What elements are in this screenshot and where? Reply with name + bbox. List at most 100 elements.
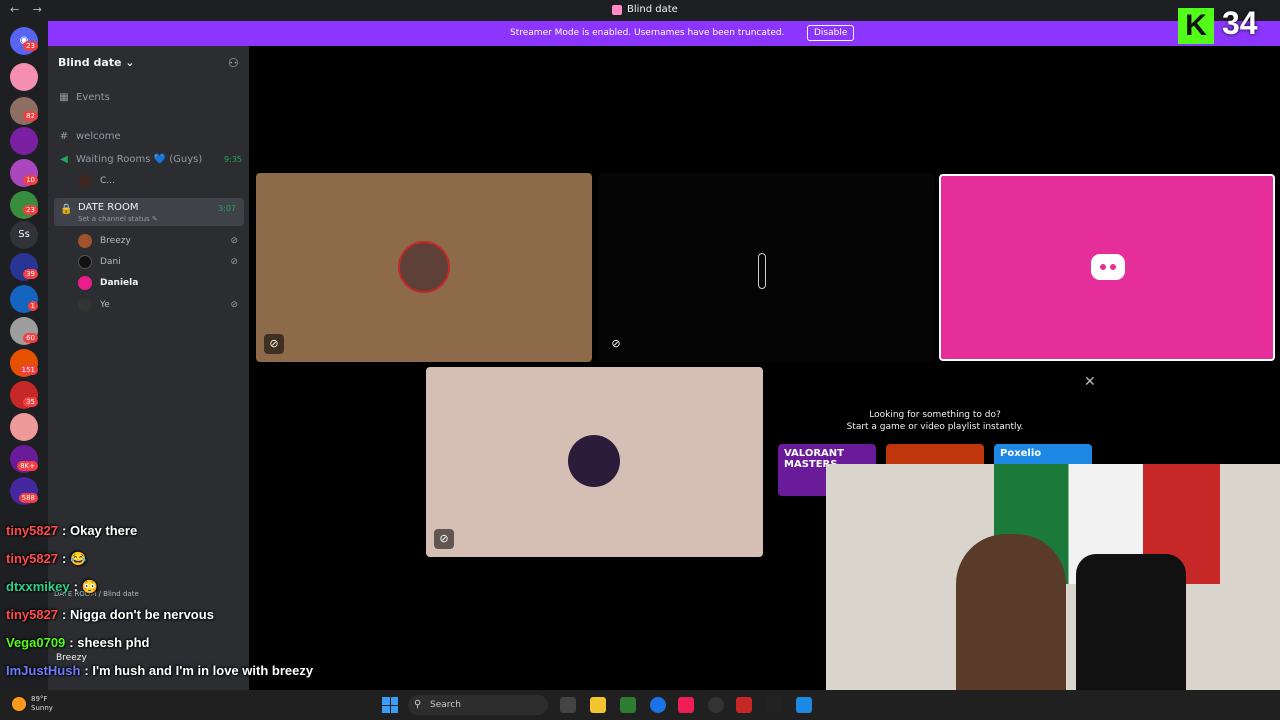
chat-user: Vega0709 (6, 635, 66, 650)
kick-logo: K (1178, 8, 1214, 44)
member-daniela[interactable]: Daniela (78, 274, 238, 292)
avatar (398, 241, 450, 293)
server-name[interactable]: Blind date ⌄ (58, 56, 135, 69)
badge: 1 (27, 301, 38, 311)
badge: 151 (18, 365, 38, 375)
app-icon[interactable] (736, 697, 752, 713)
close-icon[interactable]: ✕ (1084, 374, 1096, 390)
server-icon[interactable] (10, 127, 38, 155)
weather-temp: 89°F (31, 695, 48, 703)
taskbar-search[interactable]: ⚲ Search (408, 695, 548, 715)
server-icon (612, 4, 622, 15)
chat-user: ImJustHush (6, 663, 81, 678)
avatar (78, 234, 92, 248)
chat-message: Vega0709: sheesh phd (6, 635, 149, 650)
file-explorer-icon[interactable] (590, 697, 606, 713)
voice-icon: 🔒 (60, 204, 73, 215)
member-name: Dani (100, 257, 121, 267)
chat-message: tiny5827: 😂 (6, 551, 86, 567)
viewer-count: 34 (1222, 5, 1258, 41)
chat-text: : 😂 (62, 551, 87, 566)
channel-welcome[interactable]: # welcome (56, 126, 242, 146)
forward-button[interactable]: → (33, 3, 42, 16)
epic-games-icon[interactable] (766, 697, 782, 713)
channel-label: DATE ROOM (78, 202, 139, 213)
voice-icon: ◀ (60, 153, 68, 165)
badge: 35 (23, 397, 38, 407)
badge: 588 (18, 493, 38, 503)
member-name: Daniela (100, 278, 139, 288)
window-title-text: Blind date (627, 4, 678, 15)
activity-heading: Looking for something to do? (869, 410, 1001, 420)
badge: 23 (23, 41, 38, 51)
windows-start-icon[interactable] (382, 697, 398, 713)
window-title: Blind date (612, 4, 678, 15)
taskbar: 89°F Sunny ⚲ Search (0, 690, 1280, 720)
chat-user: dtxxmikey (6, 579, 70, 594)
badge: 60 (23, 333, 38, 343)
member-breezy[interactable]: Breezy ⊘ (78, 232, 238, 250)
discord-logo-icon (1091, 254, 1125, 280)
channel-timer: 3:07 (218, 204, 236, 213)
video-tile-daniela[interactable] (939, 174, 1275, 361)
mic-muted-icon: ⊘ (434, 529, 454, 549)
badge: 39 (23, 269, 38, 279)
video-tile-dani[interactable]: ⊘ (598, 173, 934, 362)
mic-muted-icon: ⊘ (611, 337, 621, 350)
app-icon[interactable] (620, 697, 636, 713)
obs-icon[interactable] (708, 697, 724, 713)
events-link[interactable]: ▦ Events (56, 87, 242, 107)
member-dani[interactable]: Dani ⊘ (78, 253, 238, 271)
channel-date-room[interactable]: 🔒 DATE ROOM Set a channel status ✎ 3:07 (54, 198, 244, 226)
chrome-icon[interactable] (650, 697, 666, 713)
activity-card-title: Poxelio (1000, 448, 1042, 459)
mic-muted-icon: ⊘ (230, 300, 238, 310)
chat-message: dtxxmikey: 😳 (6, 579, 98, 595)
weather-widget[interactable]: 89°F Sunny (12, 695, 53, 713)
streamer-mode-banner: Streamer Mode is enabled. Usernames have… (48, 21, 1280, 46)
webcam-overlay (826, 464, 1280, 720)
banner-text: Streamer Mode is enabled. Usernames have… (510, 28, 785, 38)
search-label: Search (430, 700, 461, 710)
back-button[interactable]: ← (10, 3, 19, 16)
video-tile-ye[interactable]: ⊘ (426, 367, 763, 557)
avatar (78, 298, 92, 312)
calendar-icon: ▦ (59, 91, 69, 103)
channel-status[interactable]: Set a channel status ✎ (78, 215, 158, 223)
task-view-icon[interactable] (560, 697, 576, 713)
badge: 23 (23, 205, 38, 215)
chat-message: tiny5827: Nigga don't be nervous (6, 607, 214, 622)
hash-icon: # (59, 130, 69, 142)
app-icon[interactable] (796, 697, 812, 713)
chat-text: : sheesh phd (69, 635, 150, 650)
server-icon[interactable]: Ss (10, 221, 38, 249)
chat-text: : Okay there (62, 523, 138, 538)
member-name: Ye (100, 300, 110, 310)
badge: 10 (23, 175, 38, 185)
channel-waiting-rooms[interactable]: ◀ Waiting Rooms 💙 (Guys) 9:35 (56, 149, 242, 169)
server-icon[interactable] (10, 413, 38, 441)
member-ye[interactable]: Ye ⊘ (78, 296, 238, 314)
nav-buttons: ← → (10, 3, 52, 16)
current-user: Breezy (56, 653, 87, 663)
disable-button[interactable]: Disable (807, 25, 855, 41)
events-label: Events (76, 91, 110, 103)
sun-icon (12, 697, 26, 711)
chat-message: ImJustHush: I'm hush and I'm in love wit… (6, 663, 313, 678)
title-bar: ← → Blind date (0, 0, 1280, 21)
member-name: C... (100, 176, 115, 186)
badge: 8K+ (17, 461, 38, 471)
add-member-icon[interactable]: ⚇ (228, 56, 239, 70)
channel-label: Waiting Rooms 💙 (Guys) (76, 153, 203, 165)
chat-message: tiny5827: Okay there (6, 523, 137, 538)
waiting-member[interactable]: C... (78, 172, 238, 190)
mic-muted-icon: ⊘ (230, 257, 238, 267)
search-icon: ⚲ (414, 699, 422, 710)
tiktok-icon[interactable] (678, 697, 694, 713)
channel-label: welcome (76, 130, 121, 142)
member-name: Breezy (100, 236, 131, 246)
video-tile-breezy[interactable]: ⊘ (256, 173, 592, 362)
chat-user: tiny5827 (6, 523, 59, 538)
server-icon[interactable] (10, 63, 38, 91)
channel-timer: 9:35 (224, 154, 242, 164)
